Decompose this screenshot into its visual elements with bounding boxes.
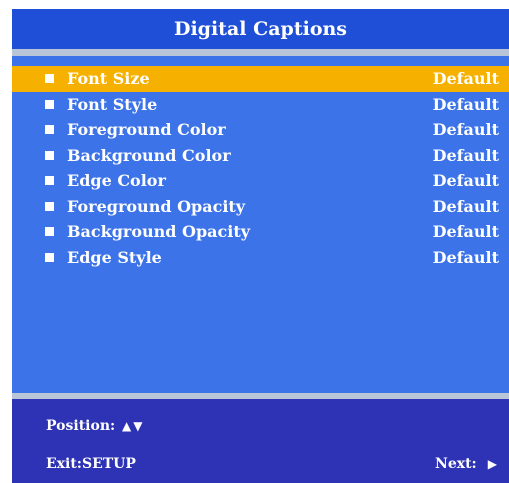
menu-item-value: Default xyxy=(432,171,499,190)
position-label: Position: xyxy=(46,418,116,434)
menu-item-label: Background Color xyxy=(67,145,231,165)
menu-item-value: Default xyxy=(432,120,499,139)
menu-item-value: Default xyxy=(432,222,499,241)
square-bullet-icon xyxy=(45,227,54,236)
square-bullet-icon xyxy=(45,201,54,211)
menu-item-edge-style[interactable]: Edge Style Default xyxy=(12,245,509,271)
square-bullet-icon xyxy=(45,150,54,160)
square-bullet-icon xyxy=(45,99,54,109)
menu-item-value: Default xyxy=(432,196,499,216)
square-bullet-icon xyxy=(45,252,54,262)
title-bar: Digital Captions xyxy=(12,9,509,49)
top-divider xyxy=(12,49,509,56)
menu-item-background-opacity[interactable]: Background Opacity Default xyxy=(12,219,509,245)
menu-item-font-size[interactable]: Font Size Default xyxy=(12,66,509,92)
position-hint: Position: ▲ ▼ xyxy=(46,415,143,437)
menu-item-label: Foreground Color xyxy=(67,120,226,139)
menu-item-label: Foreground Opacity xyxy=(67,196,246,216)
menu-item-label: Edge Color xyxy=(67,171,166,190)
menu-item-label: Font Style xyxy=(67,94,158,114)
menu-item-font-style[interactable]: Font Style Default xyxy=(12,92,509,118)
menu-item-background-color[interactable]: Background Color Default xyxy=(12,143,509,169)
square-bullet-icon xyxy=(45,176,54,185)
menu-item-foreground-color[interactable]: Foreground Color Default xyxy=(12,117,509,143)
page-title: Digital Captions xyxy=(173,18,347,40)
next-hint: Next: ▶ xyxy=(435,453,497,475)
menu-item-value: Default xyxy=(432,94,499,114)
digital-captions-panel: Digital Captions Font Size Default Font … xyxy=(12,9,509,483)
menu-item-label: Font Size xyxy=(67,69,150,88)
next-label: Next: xyxy=(435,456,477,472)
square-bullet-icon xyxy=(45,125,54,134)
menu-item-value: Default xyxy=(432,247,499,267)
menu-item-edge-color[interactable]: Edge Color Default xyxy=(12,168,509,194)
exit-hint: Exit:SETUP xyxy=(46,453,136,475)
help-footer: Position: ▲ ▼ Exit:SETUP Next: ▶ xyxy=(12,399,509,483)
square-bullet-icon xyxy=(45,74,54,83)
menu-item-value: Default xyxy=(432,69,499,88)
menu-item-label: Edge Style xyxy=(67,247,162,267)
exit-label: Exit:SETUP xyxy=(46,456,136,472)
caption-settings-menu: Font Size Default Font Style Default For… xyxy=(12,66,509,270)
right-triangle-icon: ▶ xyxy=(483,457,497,471)
menu-item-value: Default xyxy=(432,145,499,165)
menu-item-label: Background Opacity xyxy=(67,222,251,241)
up-triangle-icon: ▲ xyxy=(122,419,132,433)
down-triangle-icon: ▼ xyxy=(133,419,143,433)
menu-item-foreground-opacity[interactable]: Foreground Opacity Default xyxy=(12,194,509,220)
